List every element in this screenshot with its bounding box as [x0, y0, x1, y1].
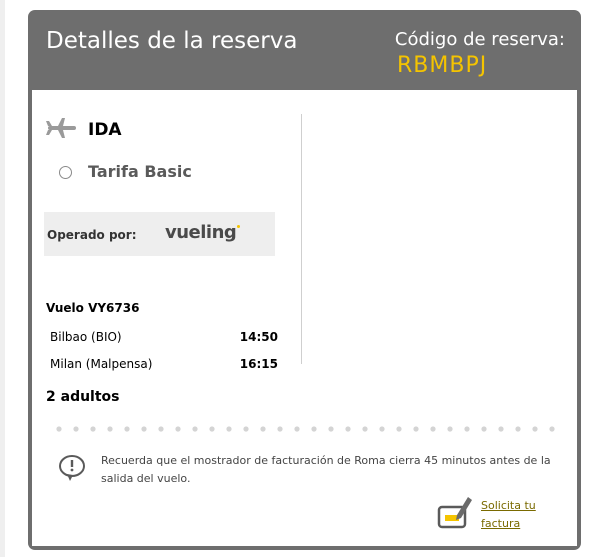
separator-dot: [396, 426, 402, 432]
dotted-separator: [56, 426, 555, 432]
departure-row: Bilbao (BIO) 14:50: [50, 330, 278, 348]
separator-dot: [243, 426, 249, 432]
arrival-city: Milan (Malpensa): [50, 357, 153, 371]
invoice-pen-icon[interactable]: [437, 493, 473, 529]
separator-dot: [430, 426, 436, 432]
speech-bubble-alert-icon: [59, 455, 85, 481]
separator-dot: [175, 426, 181, 432]
arrival-time: 16:15: [239, 357, 278, 371]
passenger-count: 2 adultos: [46, 389, 120, 405]
separator-dot: [532, 426, 538, 432]
separator-dot: [294, 426, 300, 432]
separator-dot: [447, 426, 453, 432]
arrival-row: Milan (Malpensa) 16:15: [50, 357, 278, 375]
separator-dot: [209, 426, 215, 432]
booking-code-label: Código de reserva:: [394, 29, 565, 50]
vertical-divider: [301, 114, 302, 364]
separator-dot: [379, 426, 385, 432]
separator-dot: [549, 426, 555, 432]
separator-dot: [277, 426, 283, 432]
request-invoice-link[interactable]: Solicita tu factura: [481, 497, 551, 533]
vueling-logo: vueling: [165, 222, 237, 243]
separator-dot: [515, 426, 521, 432]
separator-dot: [73, 426, 79, 432]
separator-dot: [481, 426, 487, 432]
operated-by-label: Operado por:: [47, 228, 137, 242]
separator-dot: [464, 426, 470, 432]
fare-radio[interactable]: [59, 166, 72, 179]
fare-label: Tarifa Basic: [88, 162, 192, 181]
departure-time: 14:50: [239, 330, 278, 344]
separator-dot: [413, 426, 419, 432]
departure-city: Bilbao (BIO): [50, 330, 122, 344]
separator-dot: [192, 426, 198, 432]
separator-dot: [124, 426, 130, 432]
page-title: Detalles de la reserva: [46, 28, 298, 54]
separator-dot: [141, 426, 147, 432]
plane-icon: [46, 118, 76, 138]
separator-dot: [90, 426, 96, 432]
operator-box: Operado por: vueling: [44, 212, 275, 256]
separator-dot: [260, 426, 266, 432]
separator-dot: [362, 426, 368, 432]
card-body: IDA Tarifa Basic Operado por: vueling Vu…: [32, 90, 577, 546]
separator-dot: [226, 426, 232, 432]
vueling-logo-dot: [237, 225, 240, 228]
notice-text: Recuerda que el mostrador de facturación…: [101, 454, 551, 485]
separator-dot: [56, 426, 62, 432]
separator-dot: [345, 426, 351, 432]
separator-dot: [107, 426, 113, 432]
booking-code-value: RBMBPJ: [397, 53, 488, 78]
separator-dot: [311, 426, 317, 432]
reservation-card: Detalles de la reserva Código de reserva…: [28, 10, 581, 550]
separator-dot: [498, 426, 504, 432]
card-header: Detalles de la reserva Código de reserva…: [28, 10, 581, 90]
direction-label: IDA: [88, 120, 122, 140]
flight-number: Vuelo VY6736: [46, 301, 140, 315]
left-rail: [0, 0, 5, 557]
separator-dot: [158, 426, 164, 432]
separator-dot: [328, 426, 334, 432]
